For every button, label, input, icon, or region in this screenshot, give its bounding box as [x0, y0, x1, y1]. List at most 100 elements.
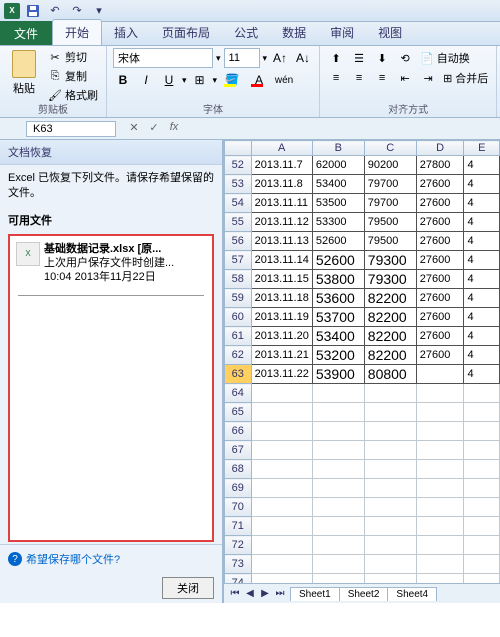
cell[interactable]: 2013.11.18: [251, 289, 312, 308]
recovery-help-link[interactable]: ? 希望保存哪个文件?: [8, 551, 214, 567]
cell[interactable]: 4: [464, 289, 500, 308]
row-header[interactable]: 68: [225, 460, 252, 479]
fill-color-button[interactable]: 🪣: [220, 70, 244, 90]
row-header[interactable]: 71: [225, 517, 252, 536]
cell[interactable]: 90200: [364, 156, 416, 175]
cell[interactable]: [251, 479, 312, 498]
row-header[interactable]: 69: [225, 479, 252, 498]
cell[interactable]: [416, 365, 464, 384]
border-button[interactable]: ⊞: [190, 70, 210, 90]
row-header[interactable]: 65: [225, 403, 252, 422]
row-header[interactable]: 59: [225, 289, 252, 308]
prev-sheet-icon[interactable]: ◀: [243, 588, 257, 599]
dropdown-icon[interactable]: ▾: [182, 75, 187, 86]
row-header[interactable]: 57: [225, 251, 252, 270]
cell[interactable]: [312, 479, 364, 498]
cell[interactable]: [464, 479, 500, 498]
tab-insert[interactable]: 插入: [102, 20, 150, 45]
decrease-font-icon[interactable]: A↓: [293, 48, 313, 68]
bold-button[interactable]: B: [113, 70, 133, 90]
cell[interactable]: 79300: [364, 251, 416, 270]
cell[interactable]: [251, 422, 312, 441]
cell[interactable]: 82200: [364, 289, 416, 308]
cell[interactable]: 4: [464, 365, 500, 384]
col-header[interactable]: E: [464, 141, 500, 156]
cell[interactable]: 53500: [312, 194, 364, 213]
cell[interactable]: [251, 460, 312, 479]
cell[interactable]: [416, 403, 464, 422]
increase-font-icon[interactable]: A↑: [270, 48, 290, 68]
first-sheet-icon[interactable]: ⏮: [228, 588, 242, 599]
cell[interactable]: [312, 555, 364, 574]
row-header[interactable]: 72: [225, 536, 252, 555]
row-header[interactable]: 61: [225, 327, 252, 346]
cell[interactable]: [416, 517, 464, 536]
cell[interactable]: 27600: [416, 346, 464, 365]
underline-button[interactable]: U: [159, 70, 179, 90]
cell[interactable]: 53400: [312, 175, 364, 194]
row-header[interactable]: 63: [225, 365, 252, 384]
qat-dropdown-icon[interactable]: ▾: [90, 2, 108, 20]
close-button[interactable]: 关闭: [162, 577, 214, 599]
cell[interactable]: 27600: [416, 289, 464, 308]
cell[interactable]: [251, 555, 312, 574]
cell[interactable]: 52600: [312, 232, 364, 251]
cell[interactable]: 53300: [312, 213, 364, 232]
col-header[interactable]: D: [416, 141, 464, 156]
cell[interactable]: [464, 403, 500, 422]
cell[interactable]: 27600: [416, 194, 464, 213]
cell[interactable]: [251, 498, 312, 517]
cell[interactable]: 2013.11.19: [251, 308, 312, 327]
row-header[interactable]: 52: [225, 156, 252, 175]
cell[interactable]: 4: [464, 327, 500, 346]
align-middle-icon[interactable]: ☰: [349, 48, 369, 68]
cell[interactable]: 2013.11.14: [251, 251, 312, 270]
cell[interactable]: 79700: [364, 194, 416, 213]
cell[interactable]: [416, 384, 464, 403]
row-header[interactable]: 73: [225, 555, 252, 574]
cell[interactable]: 53600: [312, 289, 364, 308]
grid[interactable]: ABCDE52 2013.11.7 62000 90200 27800 453 …: [224, 140, 500, 583]
col-header[interactable]: C: [364, 141, 416, 156]
confirm-icon[interactable]: ✓: [146, 121, 162, 137]
cell[interactable]: 52600: [312, 251, 364, 270]
cell[interactable]: 27600: [416, 213, 464, 232]
align-right-icon[interactable]: ≡: [372, 68, 392, 88]
cell[interactable]: [251, 574, 312, 584]
fx-icon[interactable]: fx: [166, 121, 182, 137]
cell[interactable]: 53400: [312, 327, 364, 346]
cell[interactable]: 4: [464, 156, 500, 175]
cell[interactable]: [312, 384, 364, 403]
cell[interactable]: [251, 536, 312, 555]
row-header[interactable]: 74: [225, 574, 252, 584]
cell[interactable]: 27600: [416, 175, 464, 194]
phonetic-button[interactable]: wén: [274, 70, 294, 90]
tab-home[interactable]: 开始: [52, 19, 102, 45]
align-bottom-icon[interactable]: ⬇: [372, 48, 392, 68]
cell[interactable]: 4: [464, 251, 500, 270]
cell[interactable]: [464, 555, 500, 574]
indent-increase-icon[interactable]: ⇥: [418, 68, 438, 88]
tab-review[interactable]: 审阅: [318, 20, 366, 45]
cell[interactable]: [416, 460, 464, 479]
cell[interactable]: 2013.11.12: [251, 213, 312, 232]
cell[interactable]: 4: [464, 194, 500, 213]
paste-button[interactable]: 粘贴: [6, 48, 42, 104]
cell[interactable]: 79300: [364, 270, 416, 289]
cell[interactable]: [464, 441, 500, 460]
cell[interactable]: [312, 403, 364, 422]
row-header[interactable]: 56: [225, 232, 252, 251]
cell[interactable]: [312, 498, 364, 517]
cell[interactable]: [312, 517, 364, 536]
cell[interactable]: 79500: [364, 213, 416, 232]
cell[interactable]: 4: [464, 270, 500, 289]
row-header[interactable]: 62: [225, 346, 252, 365]
align-left-icon[interactable]: ≡: [326, 68, 346, 88]
cell[interactable]: [464, 574, 500, 584]
redo-icon[interactable]: ↷: [68, 2, 86, 20]
cell[interactable]: [464, 384, 500, 403]
cell[interactable]: [464, 517, 500, 536]
cell[interactable]: 2013.11.11: [251, 194, 312, 213]
select-all[interactable]: [225, 141, 252, 156]
tab-layout[interactable]: 页面布局: [150, 20, 222, 45]
